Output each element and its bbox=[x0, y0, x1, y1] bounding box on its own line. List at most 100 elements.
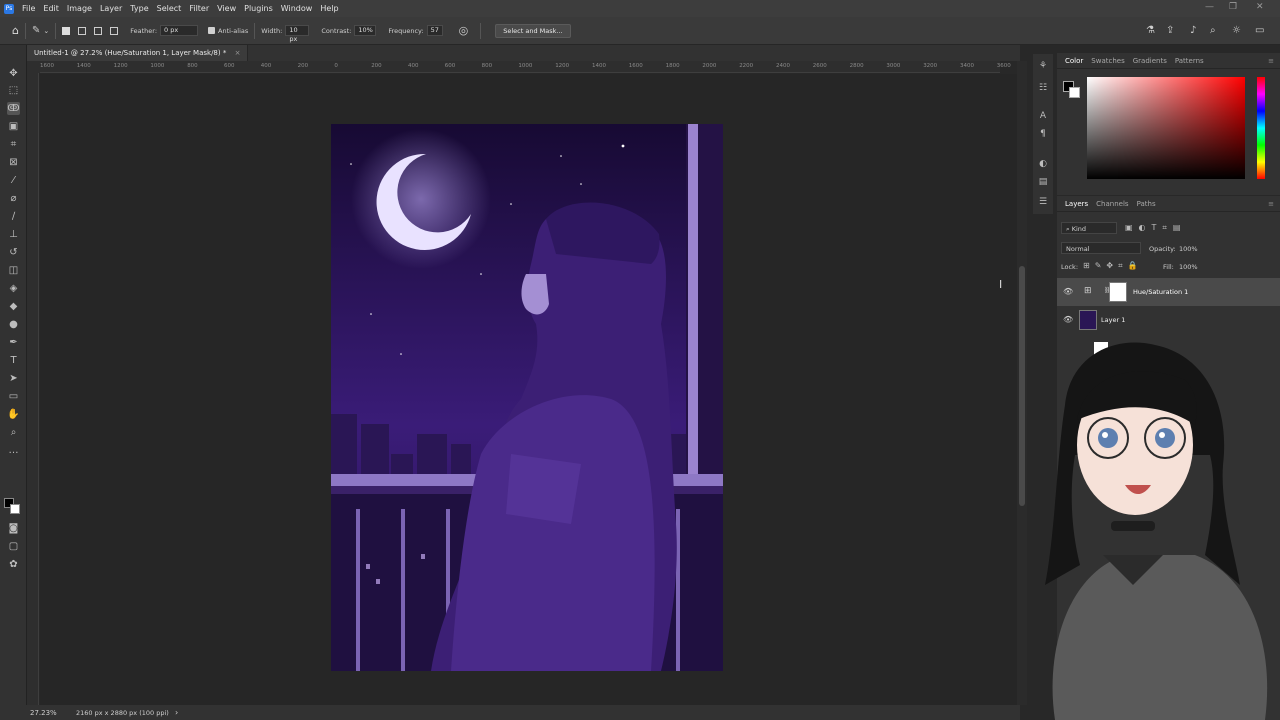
chevron-down-icon[interactable]: ⌄ bbox=[43, 27, 49, 35]
restore-icon[interactable]: ❐ bbox=[1229, 2, 1237, 12]
layer-filter-icons[interactable]: ▣◐T⌗▤ bbox=[1125, 223, 1187, 233]
layers-menu-icon[interactable]: ≡ bbox=[1268, 200, 1274, 208]
tab-swatches[interactable]: Swatches bbox=[1091, 57, 1124, 65]
feather-input[interactable]: 0 px bbox=[160, 25, 199, 36]
new-selection-icon[interactable] bbox=[62, 26, 71, 35]
menu-window[interactable]: Window bbox=[281, 4, 313, 13]
menu-edit[interactable]: Edit bbox=[43, 4, 59, 13]
frequency-input[interactable]: 57 bbox=[426, 25, 443, 36]
tab-patterns[interactable]: Patterns bbox=[1175, 57, 1204, 65]
learn-icon[interactable]: ⚘ bbox=[1037, 60, 1049, 72]
add-selection-icon[interactable] bbox=[78, 26, 87, 35]
screen-mode-icon[interactable]: ▢ bbox=[7, 540, 20, 553]
generative-icon[interactable]: ✿ bbox=[7, 558, 20, 571]
ruler-tick-label: 1400 bbox=[76, 63, 91, 69]
clone-stamp-icon[interactable]: ⊥ bbox=[7, 228, 20, 241]
menu-help[interactable]: Help bbox=[320, 4, 338, 13]
path-select-icon[interactable]: ➤ bbox=[7, 372, 20, 385]
blur-tool-icon[interactable]: ◆ bbox=[7, 300, 20, 313]
lock-icons[interactable]: ⊞✎✥⌗🔒 bbox=[1083, 261, 1143, 271]
crop-tool-icon[interactable]: ⌗ bbox=[7, 138, 20, 151]
menu-file[interactable]: File bbox=[22, 4, 35, 13]
properties-icon[interactable]: ▤ bbox=[1037, 176, 1049, 188]
pen-tool-icon[interactable]: ✒ bbox=[7, 336, 20, 349]
home-icon[interactable]: ⌂ bbox=[12, 24, 19, 37]
menu-select[interactable]: Select bbox=[157, 4, 182, 13]
tab-channels[interactable]: Channels bbox=[1096, 200, 1128, 208]
menu-view[interactable]: View bbox=[217, 4, 236, 13]
brush-tool-icon[interactable]: ∕ bbox=[7, 210, 20, 223]
shape-tool-icon[interactable]: ▭ bbox=[7, 390, 20, 403]
layer-filter-select[interactable]: ⌕ Kind bbox=[1061, 222, 1117, 234]
fill-value[interactable]: 100% bbox=[1179, 263, 1198, 271]
artwork-canvas[interactable] bbox=[331, 124, 723, 671]
layer-mask-thumbnail[interactable] bbox=[1109, 282, 1127, 302]
visibility-eye-icon[interactable]: 👁 bbox=[1063, 315, 1073, 324]
magnetic-lasso-icon[interactable]: ✎ bbox=[32, 25, 40, 36]
beaker-icon[interactable]: ⚗ bbox=[1146, 25, 1155, 36]
color-background-swatch[interactable] bbox=[1069, 87, 1080, 98]
hand-tool-icon[interactable]: ✋ bbox=[7, 408, 20, 421]
bell-icon[interactable]: ♪ bbox=[1190, 25, 1196, 36]
tab-paths[interactable]: Paths bbox=[1137, 200, 1156, 208]
ruler-tick-label: 3600 bbox=[996, 63, 1011, 69]
type-tool-icon[interactable]: T bbox=[7, 354, 20, 367]
background-color-swatch[interactable] bbox=[10, 504, 20, 514]
tab-layers[interactable]: Layers bbox=[1065, 200, 1088, 208]
close-tab-icon[interactable]: × bbox=[235, 49, 241, 57]
adjustments-icon[interactable]: ◐ bbox=[1037, 158, 1049, 170]
blend-mode-select[interactable]: Normal bbox=[1061, 242, 1141, 254]
width-input[interactable]: 10 px bbox=[285, 25, 310, 43]
search-icon[interactable]: ⌕ bbox=[1210, 25, 1216, 36]
frame-tool-icon[interactable]: ⊠ bbox=[7, 156, 20, 169]
tab-gradients[interactable]: Gradients bbox=[1133, 57, 1167, 65]
pen-pressure-icon[interactable]: ◎ bbox=[459, 24, 469, 37]
hue-slider[interactable] bbox=[1257, 77, 1265, 179]
paragraph-icon[interactable]: ¶ bbox=[1037, 128, 1049, 140]
menu-layer[interactable]: Layer bbox=[100, 4, 122, 13]
quick-mask-icon[interactable]: ◙ bbox=[7, 522, 20, 535]
color-field[interactable] bbox=[1087, 77, 1245, 179]
opacity-value[interactable]: 100% bbox=[1179, 245, 1198, 253]
app-logo-icon[interactable]: Ps bbox=[4, 3, 14, 14]
move-tool-icon[interactable]: ✥ bbox=[7, 67, 20, 80]
eyedropper-tool-icon[interactable]: ⁄ bbox=[7, 174, 20, 187]
gradient-tool-icon[interactable]: ◈ bbox=[7, 282, 20, 295]
tab-color[interactable]: Color bbox=[1065, 57, 1083, 65]
discover-icon[interactable]: ☼ bbox=[1232, 25, 1241, 36]
layer-name[interactable]: Hue/Saturation 1 bbox=[1133, 288, 1188, 296]
sliders-icon[interactable]: ☰ bbox=[1037, 196, 1049, 208]
subtract-selection-icon[interactable] bbox=[94, 26, 103, 35]
contrast-input[interactable]: 10% bbox=[354, 25, 377, 36]
status-arrow-icon[interactable]: › bbox=[175, 708, 178, 717]
healing-brush-icon[interactable]: ⌀ bbox=[7, 192, 20, 205]
history-brush-icon[interactable]: ↺ bbox=[7, 246, 20, 259]
lasso-tool-icon[interactable]: ↂ bbox=[7, 102, 20, 115]
more-tools-icon[interactable]: … bbox=[7, 444, 20, 457]
menu-plugins[interactable]: Plugins bbox=[244, 4, 273, 13]
zoom-level[interactable]: 27.23% bbox=[30, 709, 57, 717]
text-cursor-icon: I bbox=[999, 278, 1003, 291]
marquee-tool-icon[interactable]: ⬚ bbox=[7, 84, 20, 97]
intersect-selection-icon[interactable] bbox=[110, 26, 119, 35]
workspace-icon[interactable]: ▭ bbox=[1255, 25, 1264, 36]
layer-row-hue-saturation[interactable]: 👁 ⊞ ⛓ Hue/Saturation 1 bbox=[1057, 278, 1280, 306]
antialias-checkbox[interactable] bbox=[208, 27, 216, 34]
document-tab[interactable]: Untitled-1 @ 27.2% (Hue/Saturation 1, La… bbox=[27, 45, 249, 61]
layer-name[interactable]: Layer 1 bbox=[1101, 316, 1125, 324]
menu-filter[interactable]: Filter bbox=[189, 4, 209, 13]
zoom-tool-icon[interactable]: ⌕ bbox=[7, 426, 20, 439]
panel-menu-icon[interactable]: ≡ bbox=[1268, 57, 1274, 65]
menu-image[interactable]: Image bbox=[67, 4, 92, 13]
dodge-tool-icon[interactable]: ● bbox=[7, 318, 20, 331]
object-select-tool-icon[interactable]: ▣ bbox=[7, 120, 20, 133]
menu-type[interactable]: Type bbox=[130, 4, 148, 13]
close-window-icon[interactable]: ✕ bbox=[1256, 2, 1264, 12]
share-icon[interactable]: ⇪ bbox=[1166, 25, 1174, 36]
libraries-icon[interactable]: ☷ bbox=[1037, 82, 1049, 94]
visibility-eye-icon[interactable]: 👁 bbox=[1063, 287, 1073, 296]
character-icon[interactable]: A bbox=[1037, 110, 1049, 122]
eraser-tool-icon[interactable]: ◫ bbox=[7, 264, 20, 277]
select-and-mask-button[interactable]: Select and Mask... bbox=[495, 23, 571, 38]
minimize-icon[interactable]: — bbox=[1205, 2, 1214, 12]
